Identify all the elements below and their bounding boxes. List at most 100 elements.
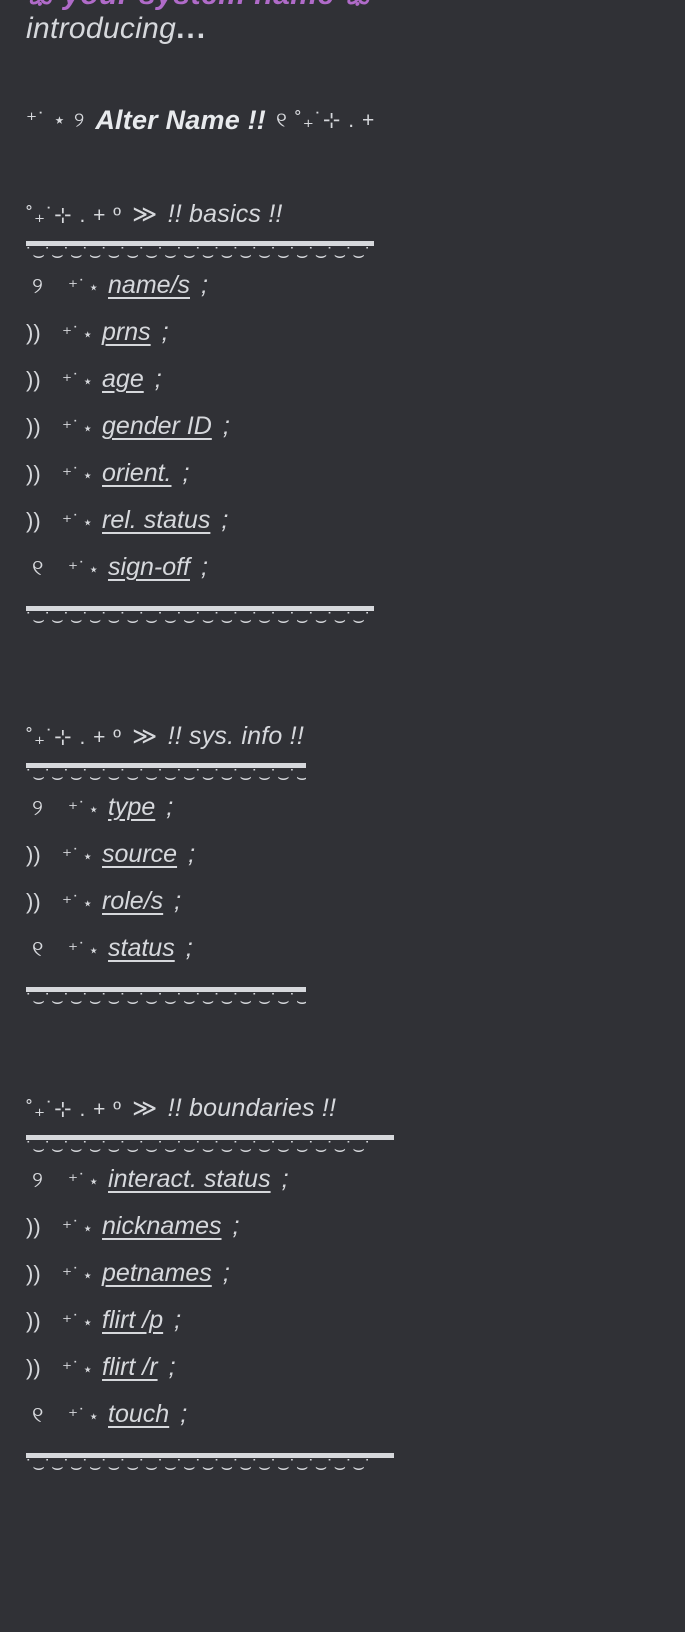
list-item[interactable]: )) ⁺˙ ⋆ petnames;: [26, 1259, 394, 1306]
star-icon: ⋆: [88, 560, 100, 579]
bullet-mid-icon: )): [26, 889, 41, 914]
sparkle-icon: ⁺˙: [68, 277, 87, 298]
bullet-mid-icon: )): [26, 1308, 41, 1333]
field-label[interactable]: flirt /p: [102, 1306, 163, 1335]
section-divider-top: ˙⌣˙⌣˙⌣˙⌣˙⌣˙⌣˙⌣˙⌣˙⌣˙⌣˙⌣˙⌣˙⌣˙⌣˙⌣˙⌣˙⌣˙⌣˙: [26, 241, 374, 267]
intro-line: introducing...: [26, 12, 207, 46]
field-label[interactable]: gender ID: [102, 412, 212, 441]
header-arrow-icon: ≫: [132, 201, 158, 228]
star-icon: ⋆: [88, 1407, 100, 1426]
section-divider-top: ˙⌣˙⌣˙⌣˙⌣˙⌣˙⌣˙⌣˙⌣˙⌣˙⌣˙⌣˙⌣˙⌣˙⌣˙⌣˙⌣˙⌣˙⌣˙: [26, 1135, 394, 1161]
divider-bar: [26, 241, 374, 246]
list-item[interactable]: )) ⁺˙ ⋆ role/s;: [26, 887, 306, 934]
section-divider-bottom: ˙⌣˙⌣˙⌣˙⌣˙⌣˙⌣˙⌣˙⌣˙⌣˙⌣˙⌣˙⌣˙⌣˙⌣˙⌣˙⌣˙⌣˙⌣˙: [26, 987, 306, 1013]
section-boundaries: ˚₊˙⊹ . + º ≫ !! boundaries !! ˙⌣˙⌣˙⌣˙⌣˙⌣˙…: [26, 1094, 394, 1481]
header-decoration: ˚₊˙⊹ . + º: [26, 1098, 122, 1121]
header-arrow-icon: ≫: [132, 723, 158, 750]
intro-text: introducing: [26, 12, 177, 45]
sparkle-icon: ⁺˙: [68, 940, 87, 961]
sparkle-icon: ⁺˙: [62, 465, 81, 486]
field-label[interactable]: name/s: [108, 271, 190, 300]
list-item[interactable]: ୨ ⁺˙ ⋆ name/s;: [26, 271, 374, 318]
field-label[interactable]: orient.: [102, 459, 171, 488]
divider-scallop: ˙⌣˙⌣˙⌣˙⌣˙⌣˙⌣˙⌣˙⌣˙⌣˙⌣˙⌣˙⌣˙⌣˙⌣˙⌣˙⌣˙⌣˙⌣˙: [26, 769, 306, 788]
intro-dots: ...: [176, 12, 208, 45]
field-label[interactable]: sign-off: [108, 553, 190, 582]
bullet-end-icon: ୧: [32, 936, 44, 961]
bullet-mid-icon: )): [26, 367, 41, 392]
list-item[interactable]: ୧ ⁺˙ ⋆ touch;: [26, 1400, 394, 1447]
field-label[interactable]: touch: [108, 1400, 169, 1429]
list-item[interactable]: ୧ ⁺˙ ⋆ sign-off;: [26, 553, 374, 600]
field-separator: ;: [154, 365, 162, 393]
list-item[interactable]: )) ⁺˙ ⋆ age;: [26, 365, 374, 412]
field-separator: ;: [174, 1306, 182, 1334]
star-icon: ⋆: [82, 466, 94, 485]
sparkle-icon: ⁺˙: [62, 512, 81, 533]
field-label[interactable]: interact. status: [108, 1165, 271, 1194]
field-list-sysinfo: ୨ ⁺˙ ⋆ type;)) ⁺˙ ⋆ source;)) ⁺˙ ⋆ role/s; ୧ ⁺˙ ⋆ sta…: [26, 793, 306, 981]
star-icon: ⋆: [82, 513, 94, 532]
star-icon: ⋆: [82, 325, 94, 344]
list-item[interactable]: )) ⁺˙ ⋆ source;: [26, 840, 306, 887]
star-icon: ⋆: [88, 941, 100, 960]
list-item[interactable]: )) ⁺˙ ⋆ flirt /r;: [26, 1353, 394, 1400]
section-sysinfo: ˚₊˙⊹ . + º ≫ !! sys. info !! ˙⌣˙⌣˙⌣˙⌣˙⌣˙⌣…: [26, 722, 306, 1015]
field-list-basics: ୨ ⁺˙ ⋆ name/s;)) ⁺˙ ⋆ prns;)) ⁺˙ ⋆ age;)) ⁺˙ ⋆ gende…: [26, 271, 374, 600]
field-separator: ;: [174, 887, 182, 915]
system-name-heading: ꕥ your system name ꕥ: [26, 0, 372, 12]
field-separator: ;: [161, 318, 169, 346]
list-item[interactable]: ୨ ⁺˙ ⋆ type;: [26, 793, 306, 840]
header-decoration: ˚₊˙⊹ . + º: [26, 204, 122, 227]
bullet-mid-icon: )): [26, 461, 41, 486]
star-icon: ⋆: [88, 278, 100, 297]
divider-scallop: ˙⌣˙⌣˙⌣˙⌣˙⌣˙⌣˙⌣˙⌣˙⌣˙⌣˙⌣˙⌣˙⌣˙⌣˙⌣˙⌣˙⌣˙⌣˙: [26, 1141, 372, 1160]
list-item[interactable]: ୨ ⁺˙ ⋆ interact. status;: [26, 1165, 394, 1212]
bullet-mid-icon: )): [26, 1261, 41, 1286]
sparkle-icon: ⁺˙: [62, 1265, 81, 1286]
field-label[interactable]: flirt /r: [102, 1353, 158, 1382]
divider-bar: [26, 763, 306, 768]
list-item[interactable]: )) ⁺˙ ⋆ flirt /p;: [26, 1306, 394, 1353]
field-label[interactable]: petnames: [102, 1259, 212, 1288]
section-title-text: !! basics !!: [167, 200, 283, 228]
field-label[interactable]: nicknames: [102, 1212, 222, 1241]
list-item[interactable]: )) ⁺˙ ⋆ prns;: [26, 318, 374, 365]
field-label[interactable]: rel. status: [102, 506, 210, 535]
sparkle-icon: ⁺˙: [62, 893, 81, 914]
bullet-mid-icon: )): [26, 414, 41, 439]
star-icon: ⋆: [82, 1219, 94, 1238]
section-basics: ˚₊˙⊹ . + º ≫ !! basics !! ˙⌣˙⌣˙⌣˙⌣˙⌣˙⌣˙⌣˙…: [26, 200, 374, 634]
list-item[interactable]: )) ⁺˙ ⋆ rel. status;: [26, 506, 374, 553]
sparkle-icon: ⁺˙: [68, 799, 87, 820]
intro-card: ꕥ your system name ꕥ introducing... ⁺˙ ⋆…: [0, 0, 685, 1632]
field-label[interactable]: prns: [102, 318, 151, 347]
list-item[interactable]: ୧ ⁺˙ ⋆ status;: [26, 934, 306, 981]
alter-name-text: Alter Name !!: [95, 105, 266, 135]
list-item[interactable]: )) ⁺˙ ⋆ gender ID;: [26, 412, 374, 459]
bullet-mid-icon: )): [26, 320, 41, 345]
field-separator: ;: [166, 793, 174, 821]
field-label[interactable]: age: [102, 365, 144, 394]
field-separator: ;: [180, 1400, 188, 1428]
field-separator: ;: [201, 553, 208, 581]
field-separator: ;: [222, 412, 230, 440]
list-item[interactable]: )) ⁺˙ ⋆ nicknames;: [26, 1212, 394, 1259]
sparkle-icon: ⁺˙: [68, 1171, 87, 1192]
list-item[interactable]: )) ⁺˙ ⋆ orient.;: [26, 459, 374, 506]
bullet-start-icon: ୨: [32, 795, 43, 820]
field-label[interactable]: status: [108, 934, 175, 963]
divider-bar: [26, 606, 374, 611]
field-label[interactable]: source: [102, 840, 177, 869]
section-divider-top: ˙⌣˙⌣˙⌣˙⌣˙⌣˙⌣˙⌣˙⌣˙⌣˙⌣˙⌣˙⌣˙⌣˙⌣˙⌣˙⌣˙⌣˙⌣˙: [26, 763, 306, 789]
bullet-mid-icon: )): [26, 508, 41, 533]
field-label[interactable]: role/s: [102, 887, 163, 916]
divider-scallop: ˙⌣˙⌣˙⌣˙⌣˙⌣˙⌣˙⌣˙⌣˙⌣˙⌣˙⌣˙⌣˙⌣˙⌣˙⌣˙⌣˙⌣˙⌣˙: [26, 612, 372, 631]
field-separator: ;: [222, 1259, 230, 1287]
alter-name-title: ⁺˙ ⋆ ୨ Alter Name !! ୧ ˚₊˙⊹ . +: [26, 105, 375, 136]
sparkle-icon: ⁺˙: [62, 371, 81, 392]
section-title-text: !! sys. info !!: [167, 722, 304, 750]
field-label[interactable]: type: [108, 793, 155, 822]
sparkle-icon: ⁺˙: [62, 1312, 81, 1333]
sparkle-icon: ⁺˙: [62, 846, 81, 867]
